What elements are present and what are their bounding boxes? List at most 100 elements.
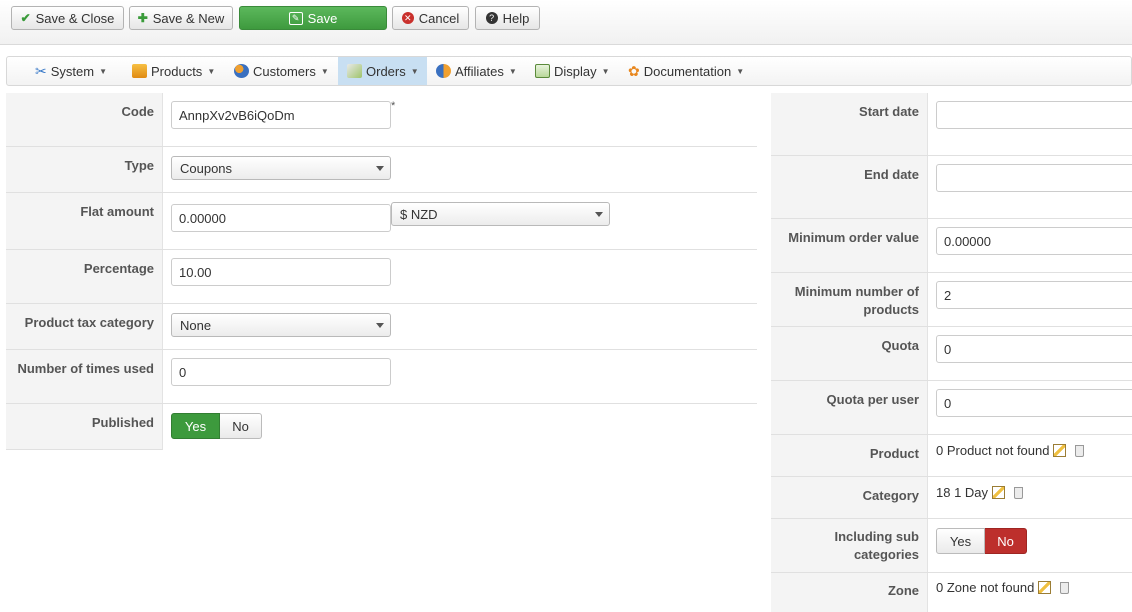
min-order-input[interactable]: 0.00000 xyxy=(936,227,1132,255)
quota-per-user-input[interactable]: 0 xyxy=(936,389,1132,417)
cancel-button[interactable]: ✕ Cancel xyxy=(392,6,469,30)
caret-down-icon: ▼ xyxy=(99,66,107,76)
plus-icon: ✚ xyxy=(137,11,148,25)
flat-amount-row: Flat amount 0.00000 $ NZD xyxy=(6,193,757,250)
min-products-label-line1: Minimum number of xyxy=(794,284,919,299)
orders-icon xyxy=(347,64,362,78)
trash-icon[interactable] xyxy=(1060,581,1070,594)
include-sub-toggle: Yes No xyxy=(936,528,1027,554)
percentage-row: Percentage 10.00 xyxy=(6,250,757,304)
menu-affiliates-label: Affiliates xyxy=(455,63,504,79)
category-label: Category xyxy=(771,477,928,518)
quota-input[interactable]: 0 xyxy=(936,335,1132,363)
caret-down-icon: ▼ xyxy=(207,66,216,76)
menu-system-label: System xyxy=(50,63,95,79)
code-input[interactable]: AnnpXv2vB6iQoDm xyxy=(171,101,391,129)
main-menu: ✂ System ▼ Products ▼ Customers ▼ Orders… xyxy=(6,56,1132,86)
menu-display[interactable]: Display ▼ xyxy=(535,57,610,85)
end-date-input[interactable] xyxy=(936,164,1132,192)
flat-amount-input[interactable]: 0.00000 xyxy=(171,204,391,232)
zone-label: Zone xyxy=(771,573,928,612)
quota-per-user-label: Quota per user xyxy=(771,381,928,434)
cancel-icon: ✕ xyxy=(401,12,414,24)
required-mark: * xyxy=(391,100,396,112)
published-toggle: Yes No xyxy=(171,413,262,439)
times-used-label: Number of times used xyxy=(6,350,163,403)
include-sub-label-line2: categories xyxy=(853,547,919,562)
affiliates-icon xyxy=(436,64,451,78)
menu-products[interactable]: Products ▼ xyxy=(132,57,215,85)
min-order-label: Minimum order value xyxy=(771,219,928,272)
checkmark-icon: ✔ xyxy=(20,11,31,25)
end-date-row: End date xyxy=(771,156,1132,219)
min-order-row: Minimum order value 0.00000 xyxy=(771,219,1132,273)
quota-per-user-row: Quota per user 0 xyxy=(771,381,1132,435)
published-label: Published xyxy=(6,404,163,450)
save-new-label: Save & New xyxy=(152,10,225,26)
help-label: Help xyxy=(502,10,530,26)
cancel-label: Cancel xyxy=(418,10,460,26)
percentage-input[interactable]: 10.00 xyxy=(171,258,391,286)
display-icon xyxy=(535,64,550,78)
menu-orders[interactable]: Orders ▼ xyxy=(338,57,427,85)
trash-icon[interactable] xyxy=(1014,486,1024,499)
menu-customers[interactable]: Customers ▼ xyxy=(234,57,329,85)
save-close-label: Save & Close xyxy=(35,10,115,26)
menu-affiliates[interactable]: Affiliates ▼ xyxy=(436,57,517,85)
dropdown-arrow-icon xyxy=(595,212,603,217)
menu-orders-label: Orders xyxy=(366,63,406,79)
end-date-label: End date xyxy=(771,156,928,218)
zone-value-group: 0 Zone not found xyxy=(936,580,1070,595)
caret-down-icon: ▼ xyxy=(508,66,517,76)
zone-row: Zone 0 Zone not found xyxy=(771,573,1132,612)
dropdown-arrow-icon xyxy=(376,323,384,328)
start-date-row: Start date xyxy=(771,93,1132,156)
published-no-button[interactable]: No xyxy=(220,413,262,439)
min-products-label-line2: products xyxy=(863,302,919,317)
tax-category-select[interactable]: None xyxy=(171,313,391,337)
include-sub-row: Including sub categories Yes No xyxy=(771,519,1132,573)
product-label: Product xyxy=(771,435,928,476)
published-yes-button[interactable]: Yes xyxy=(171,413,220,439)
type-row: Type Coupons xyxy=(6,147,757,193)
menu-display-label: Display xyxy=(554,63,597,79)
category-value: 18 1 Day xyxy=(936,485,989,500)
menu-system[interactable]: ✂ System ▼ xyxy=(35,57,107,85)
code-label: Code xyxy=(6,93,163,146)
edit-icon[interactable] xyxy=(1053,444,1067,457)
menu-documentation-label: Documentation xyxy=(643,63,732,79)
start-date-input[interactable] xyxy=(936,101,1132,129)
currency-select[interactable]: $ NZD xyxy=(391,202,610,226)
min-products-row: Minimum number of products 2 xyxy=(771,273,1132,327)
type-label: Type xyxy=(6,147,163,192)
code-row: Code AnnpXv2vB6iQoDm * xyxy=(6,93,757,147)
help-icon: ? xyxy=(485,12,498,24)
min-products-label: Minimum number of products xyxy=(771,273,928,326)
tax-category-row: Product tax category None xyxy=(6,304,757,350)
edit-icon[interactable] xyxy=(992,486,1006,499)
category-value-group: 18 1 Day xyxy=(936,485,1024,500)
menu-documentation[interactable]: ✿ Documentation ▼ xyxy=(628,57,744,85)
start-date-label: Start date xyxy=(771,93,928,155)
tax-category-label: Product tax category xyxy=(6,304,163,349)
type-select-value: Coupons xyxy=(180,160,233,176)
edit-icon[interactable] xyxy=(1038,581,1052,594)
times-used-input[interactable]: 0 xyxy=(171,358,391,386)
save-button[interactable]: ✎ Save xyxy=(239,6,387,30)
caret-down-icon: ▼ xyxy=(736,66,745,76)
type-select[interactable]: Coupons xyxy=(171,156,391,180)
tax-category-value: None xyxy=(180,317,212,333)
include-sub-yes-button[interactable]: Yes xyxy=(936,528,985,554)
help-button[interactable]: ? Help xyxy=(475,6,540,30)
include-sub-label: Including sub categories xyxy=(771,519,928,572)
product-value-group: 0 Product not found xyxy=(936,443,1085,458)
menu-products-label: Products xyxy=(151,63,203,79)
caret-down-icon: ▼ xyxy=(601,66,610,76)
save-close-button[interactable]: ✔ Save & Close xyxy=(11,6,124,30)
trash-icon[interactable] xyxy=(1075,444,1085,457)
save-new-button[interactable]: ✚ Save & New xyxy=(129,6,233,30)
min-products-input[interactable]: 2 xyxy=(936,281,1132,309)
caret-down-icon: ▼ xyxy=(410,66,419,76)
include-sub-no-button[interactable]: No xyxy=(985,528,1027,554)
category-row: Category 18 1 Day xyxy=(771,477,1132,519)
